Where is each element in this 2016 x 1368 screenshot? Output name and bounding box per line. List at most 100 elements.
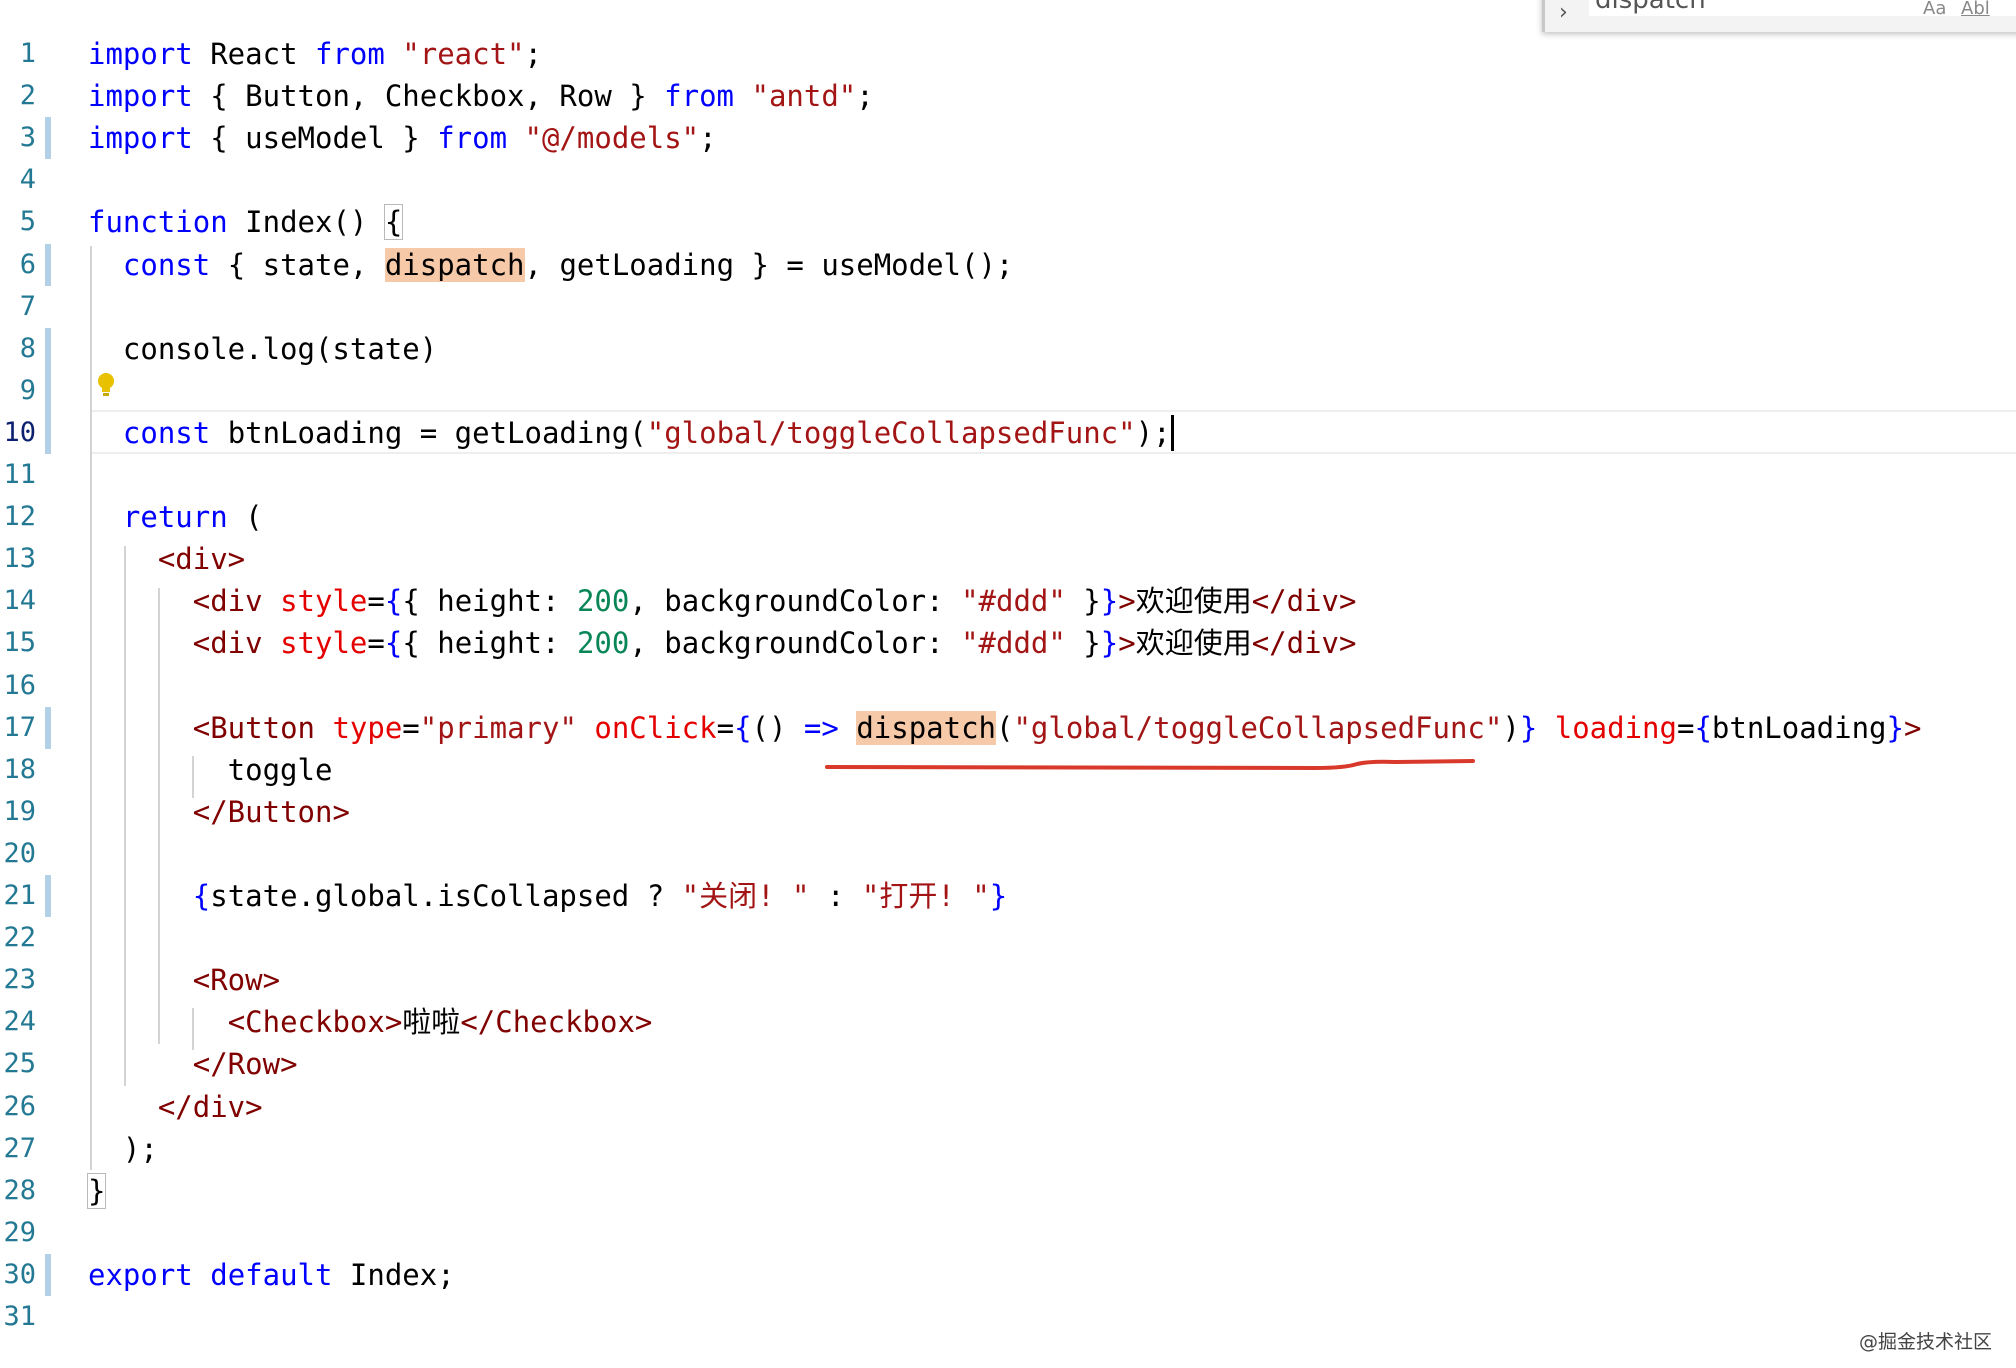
code-token: <div> — [157, 542, 246, 576]
modified-line-marker[interactable] — [45, 1254, 51, 1296]
find-input[interactable] — [1589, 0, 2016, 16]
code-line[interactable]: 1 import React from "react"; — [0, 33, 2016, 75]
code-line[interactable]: 5 function Index() { — [0, 201, 2016, 243]
code-token: "关闭! " — [681, 879, 810, 913]
lightbulb-icon[interactable] — [96, 372, 116, 398]
code-text[interactable]: </div> — [88, 1086, 263, 1128]
line-number: 16 — [3, 670, 36, 701]
match-case-toggle[interactable]: Aa — [1923, 0, 1946, 19]
code-line[interactable]: 11 — [0, 454, 2016, 496]
modified-line-marker[interactable] — [45, 328, 51, 370]
code-line[interactable]: 17 <Button type="primary" onClick={() =>… — [0, 707, 2016, 749]
code-line[interactable]: 31 — [0, 1296, 2016, 1338]
code-line[interactable]: 15 <div style={{ height: 200, background… — [0, 622, 2016, 664]
modified-line-marker[interactable] — [45, 875, 51, 917]
code-text[interactable]: const { state, dispatch, getLoading } = … — [88, 244, 1013, 286]
code-line[interactable]: 22 — [0, 917, 2016, 959]
code-line[interactable]: 6 const { state, dispatch, getLoading } … — [0, 244, 2016, 286]
code-editor[interactable]: 1 import React from "react"; 2 import { But… — [0, 0, 2016, 1368]
code-line[interactable]: 21 {state.global.isCollapsed ? "关闭! " : … — [0, 875, 2016, 917]
code-token: { — [192, 879, 211, 913]
match-word-toggle[interactable]: Abl — [1961, 0, 1990, 19]
modified-line-marker[interactable] — [45, 244, 51, 286]
chevron-right-icon[interactable]: › — [1559, 0, 1568, 25]
code-text[interactable]: <div style={{ height: 200, backgroundCol… — [88, 580, 1357, 622]
code-text[interactable]: } — [86, 1170, 107, 1212]
code-text[interactable]: </Row> — [88, 1043, 298, 1085]
code-line[interactable]: 4 — [0, 159, 2016, 201]
code-token: const — [122, 248, 211, 282]
code-token: } — [1065, 584, 1101, 618]
code-line[interactable]: 26 </div> — [0, 1086, 2016, 1128]
modified-line-marker[interactable] — [45, 370, 51, 412]
code-text[interactable]: const btnLoading = getLoading("global/to… — [88, 412, 1174, 454]
code-text[interactable]: function Index() { — [88, 201, 404, 243]
code-token: } — [989, 879, 1008, 913]
code-line[interactable]: 13 <div> — [0, 538, 2016, 580]
code-line[interactable]: 8 console.log(state) — [0, 328, 2016, 370]
code-line[interactable]: 27 ); — [0, 1128, 2016, 1170]
code-line[interactable]: 25 </Row> — [0, 1043, 2016, 1085]
code-token: Index; — [332, 1258, 455, 1292]
code-text[interactable]: ); — [88, 1128, 158, 1170]
line-number: 17 — [3, 712, 36, 743]
code-text[interactable]: return ( — [88, 496, 263, 538]
code-text[interactable]: <Checkbox>啦啦</Checkbox> — [88, 1001, 653, 1043]
line-number: 24 — [3, 1006, 36, 1037]
modified-line-marker[interactable] — [45, 707, 51, 749]
code-token: "antd" — [751, 79, 857, 113]
code-line[interactable]: 12 return ( — [0, 496, 2016, 538]
code-token: "打开! " — [861, 879, 990, 913]
code-text[interactable]: <Row> — [88, 959, 280, 1001]
code-text[interactable]: {state.global.isCollapsed ? "关闭! " : "打开… — [88, 875, 1007, 917]
modified-line-marker[interactable] — [45, 117, 51, 159]
code-text[interactable]: console.log(state) — [88, 328, 437, 370]
line-number: 12 — [3, 501, 36, 532]
code-text[interactable]: export default Index; — [88, 1254, 455, 1296]
modified-line-marker[interactable] — [45, 412, 51, 454]
code-line[interactable]: 3 import { useModel } from "@/models"; — [0, 117, 2016, 159]
code-text[interactable]: <div> — [88, 538, 245, 580]
line-number: 31 — [3, 1301, 36, 1332]
code-line[interactable]: 20 — [0, 833, 2016, 875]
code-line[interactable]: 16 — [0, 665, 2016, 707]
line-number: 15 — [3, 627, 36, 658]
code-text[interactable]: import React from "react"; — [88, 33, 542, 75]
code-token: { — [384, 584, 403, 618]
code-line[interactable]: 19 </Button> — [0, 791, 2016, 833]
code-line[interactable]: 28} — [0, 1170, 2016, 1212]
code-text[interactable]: <div style={{ height: 200, backgroundCol… — [88, 622, 1357, 664]
code-text[interactable]: toggle — [88, 749, 333, 791]
code-line[interactable]: 29 — [0, 1212, 2016, 1254]
code-token: { height: — [402, 584, 577, 618]
code-line[interactable]: 14 <div style={{ height: 200, background… — [0, 580, 2016, 622]
find-match: dispatch — [856, 711, 996, 745]
code-token: } — [1519, 711, 1538, 745]
code-line[interactable]: 30 export default Index; — [0, 1254, 2016, 1296]
code-token: { useModel } — [192, 121, 438, 155]
code-token: 200 — [576, 626, 630, 660]
line-number: 25 — [3, 1048, 36, 1079]
red-underline-annotation — [825, 755, 1475, 783]
code-line[interactable]: 23 <Row> — [0, 959, 2016, 1001]
code-text[interactable]: import { Button, Checkbox, Row } from "a… — [88, 75, 874, 117]
line-number: 2 — [19, 80, 36, 111]
code-token: </Row> — [192, 1047, 298, 1081]
code-line[interactable]: 7 — [0, 286, 2016, 328]
code-line[interactable]: 10 const btnLoading = getLoading("global… — [0, 410, 2016, 454]
code-token: </div> — [1251, 584, 1357, 618]
code-text[interactable]: </Button> — [88, 791, 350, 833]
line-number: 28 — [3, 1175, 36, 1206]
code-text[interactable]: import { useModel } from "@/models"; — [88, 117, 717, 159]
code-line[interactable]: 2 import { Button, Checkbox, Row } from "… — [0, 75, 2016, 117]
code-line[interactable]: 24 <Checkbox>啦啦</Checkbox> — [0, 1001, 2016, 1043]
code-text[interactable]: <Button type="primary" onClick={() => di… — [88, 707, 1921, 749]
code-line[interactable]: 9 — [0, 370, 2016, 412]
find-match: dispatch — [384, 248, 525, 282]
line-number: 1 — [19, 38, 36, 69]
